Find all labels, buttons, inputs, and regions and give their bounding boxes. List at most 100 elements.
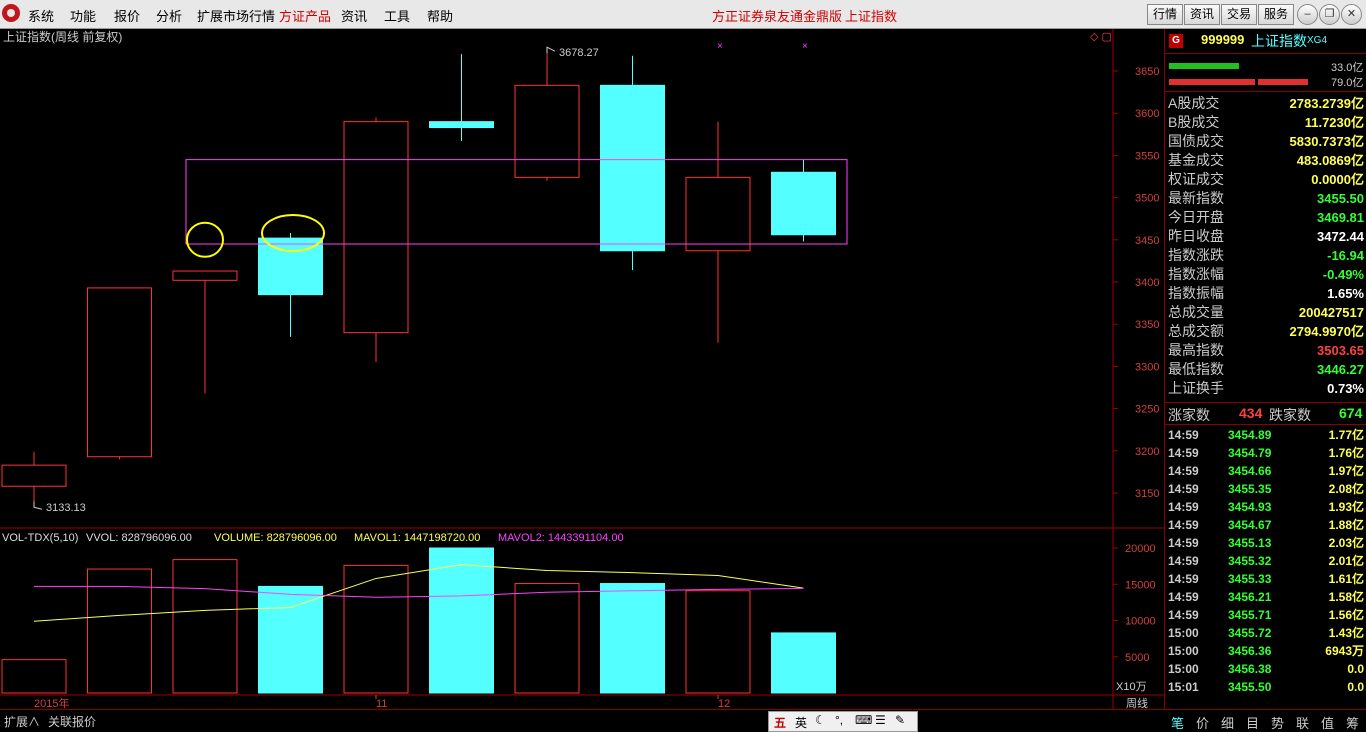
tick-volume: 1.61亿 xyxy=(1328,572,1364,586)
volume-bar xyxy=(771,632,836,694)
quote-label: B股成交 xyxy=(1168,114,1220,130)
quote-value: 3446.27 xyxy=(1317,362,1364,377)
minimize-icon[interactable]: – xyxy=(1297,4,1318,25)
menu-fangzheng-products[interactable]: 方证产品 xyxy=(279,6,331,25)
kline-chart[interactable]: 3650 3600 3550 3500 3450 3400 3350 3300 3250 3200… xyxy=(0,29,1164,709)
restore-icon[interactable]: ❐ xyxy=(1319,4,1340,25)
decliners-count: 674 xyxy=(1339,405,1363,421)
quote-label: 今日开盘 xyxy=(1168,209,1224,225)
wrench-icon[interactable]: ✎ xyxy=(895,713,905,727)
signal-marker-icon: × xyxy=(717,41,723,52)
keyboard-icon[interactable]: ⌨ xyxy=(855,713,872,727)
tick-volume: 0.0 xyxy=(1347,680,1364,694)
punctuation-icon[interactable]: °, xyxy=(835,713,843,727)
quote-row: 指数振幅 1.65% xyxy=(1168,284,1364,303)
trade-button[interactable]: 交易 xyxy=(1221,4,1257,25)
tick-time: 15:00 xyxy=(1168,644,1199,658)
tick-row: 14:59 3454.79 1.76亿 xyxy=(1168,444,1364,462)
tick-price: 3454.67 xyxy=(1228,518,1272,532)
tick-time: 14:59 xyxy=(1168,464,1199,478)
tick-volume: 1.43亿 xyxy=(1328,626,1364,640)
annotations: 3678.27 3133.13 × × xyxy=(33,41,848,514)
menu-tools[interactable]: 工具 xyxy=(384,6,410,25)
tick-volume: 1.76亿 xyxy=(1328,446,1364,460)
quote-row: 国债成交 5830.7373亿 xyxy=(1168,132,1364,151)
tick-row: 14:59 3454.89 1.77亿 xyxy=(1168,426,1364,444)
expand-tab[interactable]: 扩展∧ xyxy=(4,713,40,730)
quote-value: -16.94 xyxy=(1327,248,1364,263)
ime-mode-icon[interactable]: 五 xyxy=(774,714,786,731)
price-tick-label: 3500 xyxy=(1135,193,1159,205)
quote-label: 最高指数 xyxy=(1168,342,1224,358)
tick-list[interactable]: 14:59 3454.89 1.77亿 14:59 3454.79 1.76亿 14:59 3… xyxy=(1168,426,1364,696)
panel-tab[interactable]: 势 xyxy=(1271,713,1284,732)
news-button[interactable]: 资讯 xyxy=(1184,4,1220,25)
current-index-title: 上证指数 xyxy=(845,9,898,24)
quote-button[interactable]: 行情 xyxy=(1147,4,1183,25)
tick-row: 14:59 3454.67 1.88亿 xyxy=(1168,516,1364,534)
related-quote-tab[interactable]: 关联报价 xyxy=(48,713,96,730)
quote-row: 今日开盘 3469.81 xyxy=(1168,208,1364,227)
tick-price: 3455.35 xyxy=(1228,482,1272,496)
quote-value: 3472.44 xyxy=(1317,229,1364,244)
quote-value: 483.0869亿 xyxy=(1296,153,1364,168)
menu-system[interactable]: 系统 xyxy=(28,6,54,25)
quote-value: 2783.2739亿 xyxy=(1289,96,1364,111)
ime-lang-icon[interactable]: 英 xyxy=(795,714,807,731)
high-label: 3678.27 xyxy=(559,47,599,59)
tick-volume: 2.03亿 xyxy=(1328,536,1364,550)
tick-time: 14:59 xyxy=(1168,572,1199,586)
candles xyxy=(1,47,836,508)
panel-tab[interactable]: 筹 xyxy=(1346,713,1359,732)
chart-title: 上证指数(周线 前复权) xyxy=(3,29,122,44)
quote-value: 11.7230亿 xyxy=(1304,115,1364,130)
menu-analysis[interactable]: 分析 xyxy=(156,6,182,25)
chart-corner-icon[interactable]: ◇ ▢ xyxy=(1090,31,1112,43)
tick-time: 14:59 xyxy=(1168,518,1199,532)
tick-price: 3456.38 xyxy=(1228,662,1272,676)
service-button[interactable]: 服务 xyxy=(1258,4,1294,25)
panel-tab[interactable]: 值 xyxy=(1321,713,1334,732)
tick-time: 15:00 xyxy=(1168,662,1199,676)
quote-row: 基金成交 483.0869亿 xyxy=(1168,151,1364,170)
tick-price: 3455.71 xyxy=(1228,608,1272,622)
tick-price: 3456.36 xyxy=(1228,644,1272,658)
candle-body xyxy=(771,171,836,236)
panel-tab[interactable]: 目 xyxy=(1246,713,1259,732)
volume-bar-red-1 xyxy=(1169,79,1255,85)
price-tick-label: 3400 xyxy=(1135,277,1159,289)
quote-row: 指数涨幅 -0.49% xyxy=(1168,265,1364,284)
period-label[interactable]: 周线 xyxy=(1126,696,1148,709)
panel-tab[interactable]: 笔 xyxy=(1171,713,1184,732)
moon-icon[interactable]: ☾ xyxy=(815,713,826,727)
quote-panel: G 999999 上证指数 XG4 33.0亿 79.0亿 A股成交 2783.2… xyxy=(1164,29,1366,709)
price-tick-label: 3600 xyxy=(1135,108,1159,120)
tick-time: 14:59 xyxy=(1168,536,1199,550)
price-ticks: 3650 3600 3550 3500 3450 3400 3350 3300 3250 3200… xyxy=(1113,66,1159,500)
volume-bar xyxy=(514,583,580,694)
tick-volume: 6943万 xyxy=(1325,644,1364,658)
menu-help[interactable]: 帮助 xyxy=(427,6,453,25)
volume-unit: X10万 xyxy=(1116,681,1147,693)
menu-function[interactable]: 功能 xyxy=(70,6,96,25)
menu-icon[interactable]: ☰ xyxy=(875,713,886,727)
decliners-label: 跌家数 xyxy=(1269,407,1311,423)
menu-news[interactable]: 资讯 xyxy=(341,6,367,25)
panel-tab[interactable]: 联 xyxy=(1296,713,1309,732)
index-code: 999999 xyxy=(1201,32,1245,47)
advancers-count: 434 xyxy=(1239,405,1263,421)
close-icon[interactable]: ✕ xyxy=(1341,4,1362,25)
volume-bar xyxy=(429,547,494,694)
quote-value: -0.49% xyxy=(1322,267,1364,282)
tick-row: 14:59 3455.35 2.08亿 xyxy=(1168,480,1364,498)
price-tick-label: 3300 xyxy=(1135,361,1159,373)
high-marker xyxy=(546,46,556,54)
menu-extended-market[interactable]: 扩展市场行情 xyxy=(197,6,275,25)
indicator-name[interactable]: VOL-TDX(5,10) xyxy=(2,532,78,544)
quote-label: 总成交额 xyxy=(1168,323,1224,339)
tick-time: 14:59 xyxy=(1168,500,1199,514)
panel-tab[interactable]: 细 xyxy=(1221,713,1234,732)
menu-quote[interactable]: 报价 xyxy=(114,6,140,25)
quote-stats: A股成交 2783.2739亿 B股成交 11.7230亿 国债成交 5830.7373亿… xyxy=(1168,94,1364,398)
panel-tab[interactable]: 价 xyxy=(1196,713,1209,732)
